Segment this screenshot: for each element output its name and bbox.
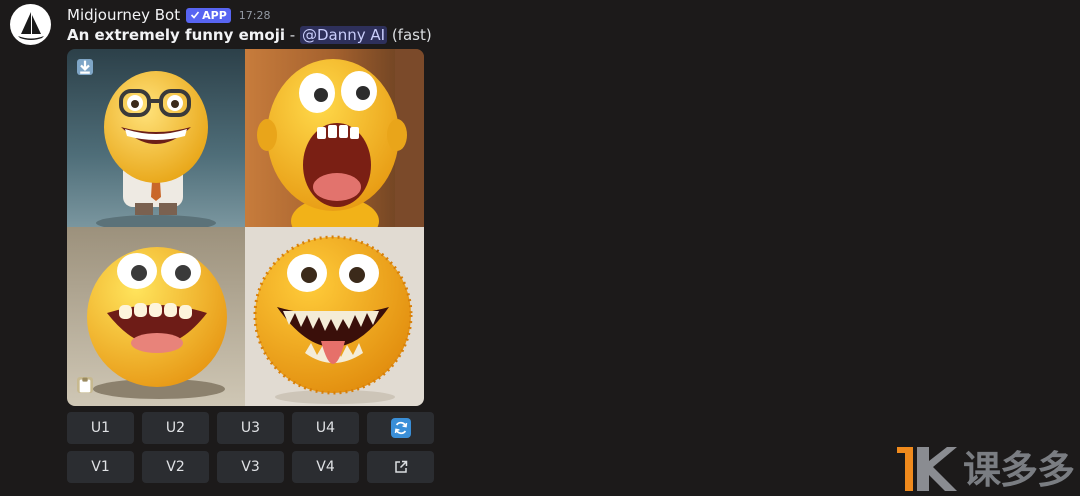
download-icon[interactable] [77,59,93,75]
prompt-separator: - [285,26,300,44]
v4-button[interactable]: V4 [292,451,359,483]
watermark-logo-icon [896,446,957,491]
chat-message: Midjourney Bot APP 17:28 An extremely fu… [0,0,1080,496]
upscale-row: U1 U2 U3 U4 [67,412,434,444]
checkmark-icon [191,11,200,19]
watermark: 课多多 [895,439,1075,494]
clipboard-icon [77,377,93,393]
v1-button[interactable]: V1 [67,451,134,483]
user-mention[interactable]: @Danny AI [299,26,388,44]
v3-button[interactable]: V3 [217,451,284,483]
u1-button[interactable]: U1 [67,412,134,444]
sailboat-icon [17,11,44,40]
prompt-text: An extremely funny emoji [67,26,285,44]
u2-button[interactable]: U2 [142,412,209,444]
image-tile-2[interactable] [245,49,424,227]
avatar[interactable] [10,4,51,45]
app-badge-label: APP [202,8,227,22]
image-tile-3[interactable] [67,227,245,406]
watermark-text: 课多多 [962,448,1075,492]
username[interactable]: Midjourney Bot [67,6,180,24]
speed-label: (fast) [387,26,432,44]
u3-button[interactable]: U3 [217,412,284,444]
prompt-line: An extremely funny emoji - @Danny AI (fa… [67,26,432,44]
u4-button[interactable]: U4 [292,412,359,444]
external-link-icon [394,460,407,473]
emoji-with-glasses-image [67,49,245,227]
v2-button[interactable]: V2 [142,451,209,483]
image-tile-1[interactable] [67,49,245,227]
timestamp: 17:28 [238,8,271,22]
variation-row: V1 V2 V3 V4 [67,451,434,483]
emoji-laughing-ball-image [67,227,245,406]
web-link-button[interactable] [367,451,434,483]
image-tile-4[interactable] [245,227,424,406]
reroll-button[interactable] [367,412,434,444]
app-badge: APP [186,7,231,23]
refresh-icon [390,418,411,438]
image-grid[interactable] [67,49,424,406]
emoji-screaming-image [245,49,424,227]
emoji-orange-tongue-image [245,227,424,406]
